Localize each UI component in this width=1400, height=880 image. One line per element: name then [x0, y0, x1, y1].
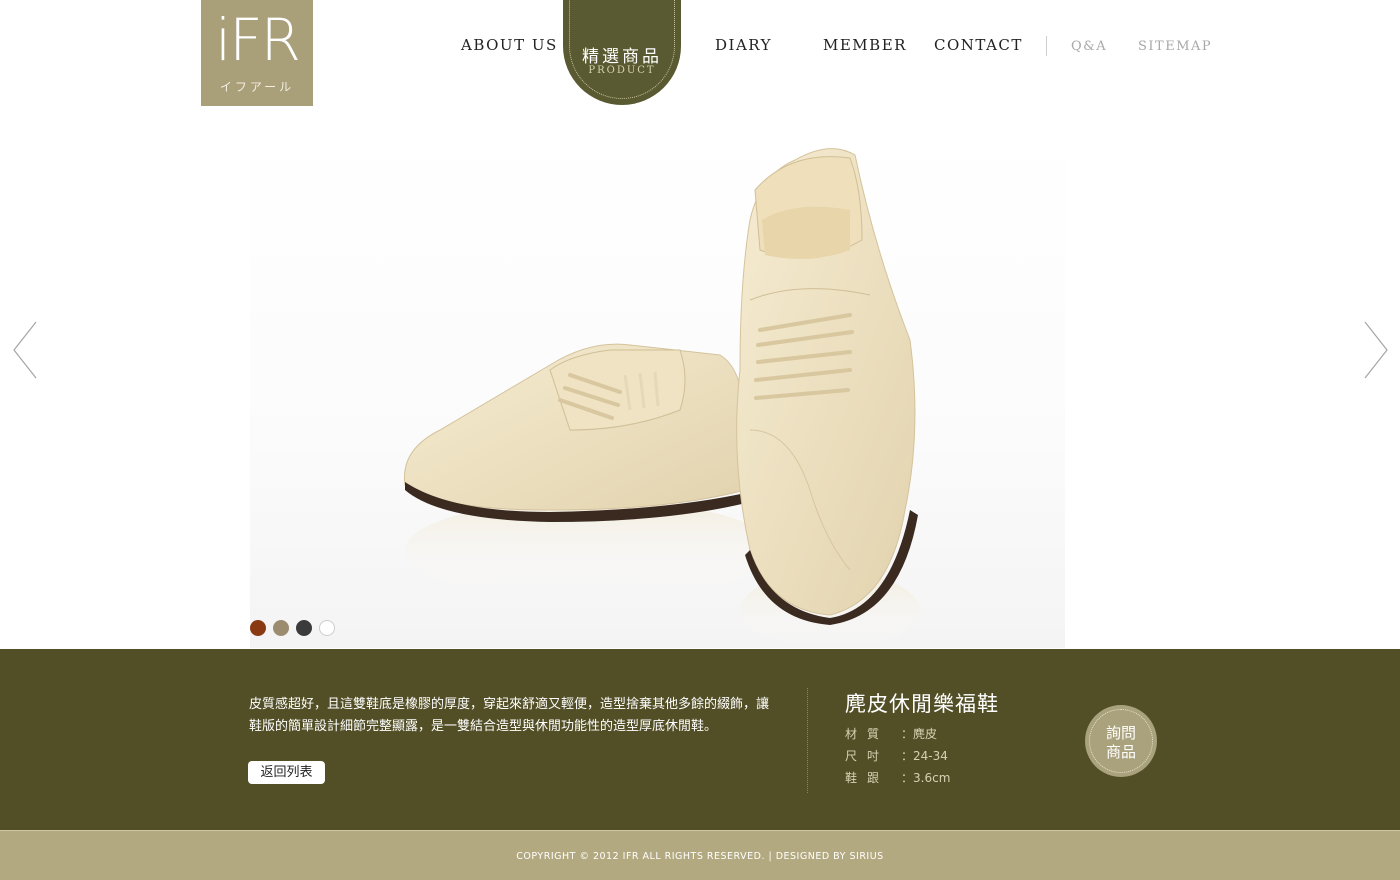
- nav-divider: [1046, 36, 1047, 56]
- product-photo: [250, 130, 1065, 648]
- chevron-left-icon: [13, 321, 37, 379]
- spec-value: 麂皮: [913, 727, 938, 741]
- spec-heel: 鞋跟 ：3.6cm: [845, 771, 951, 785]
- slider-prev-arrow[interactable]: [12, 320, 38, 380]
- product-description: 皮質感超好，且這雙鞋底是橡膠的厚度，穿起來舒適又輕便，造型捨棄其他多餘的綴飾，讓…: [249, 697, 770, 734]
- nav-qa[interactable]: Q&A: [1071, 39, 1107, 54]
- nav-diary[interactable]: DIARY: [715, 36, 772, 54]
- nav-product-label: 精選商品: [582, 47, 662, 67]
- spec-value: 3.6cm: [913, 771, 951, 785]
- nav-about-us[interactable]: ABOUT US: [461, 36, 558, 54]
- color-swatches: [250, 620, 335, 636]
- logo[interactable]: iFR イフアール: [201, 0, 313, 106]
- spec-label: 尺吋: [845, 749, 890, 763]
- swatch-brown[interactable]: [250, 620, 266, 636]
- spec-value: 24-34: [913, 749, 948, 763]
- shoes-illustration: [403, 148, 920, 648]
- product-title: 麂皮休閒樂福鞋: [845, 692, 999, 716]
- footer: COPYRIGHT © 2012 IFR ALL RIGHTS RESERVED…: [0, 830, 1400, 880]
- swatch-white[interactable]: [319, 620, 335, 636]
- inquiry-label-line2: 商品: [1105, 743, 1136, 761]
- copyright-text: COPYRIGHT © 2012 IFR ALL RIGHTS RESERVED…: [516, 851, 884, 862]
- nav-contact[interactable]: CONTACT: [934, 36, 1023, 54]
- inquiry-button[interactable]: 詢問 商品: [1085, 705, 1157, 777]
- back-to-list-button[interactable]: 返回列表: [248, 761, 325, 784]
- product-info-band: [0, 649, 1400, 830]
- swatch-charcoal[interactable]: [296, 620, 312, 636]
- inquiry-label-line1: 詢問: [1105, 724, 1136, 742]
- swatch-taupe[interactable]: [273, 620, 289, 636]
- nav-sitemap[interactable]: SITEMAP: [1138, 39, 1212, 54]
- spec-label: 材質: [845, 727, 890, 741]
- nav-member[interactable]: MEMBER: [823, 36, 907, 54]
- chevron-right-icon: [1364, 321, 1388, 379]
- nav-product-sublabel: PRODUCT: [588, 65, 656, 76]
- logo-mark: iFR: [215, 6, 301, 74]
- logo-subtitle: イフアール: [219, 80, 295, 94]
- spec-size: 尺吋 ：24-34: [845, 749, 948, 763]
- info-divider: [807, 688, 808, 793]
- nav-product[interactable]: 精選商品 PRODUCT: [563, 0, 681, 105]
- spec-material: 材質 ：麂皮: [845, 727, 938, 741]
- spec-label: 鞋跟: [845, 771, 890, 785]
- slider-next-arrow[interactable]: [1363, 320, 1389, 380]
